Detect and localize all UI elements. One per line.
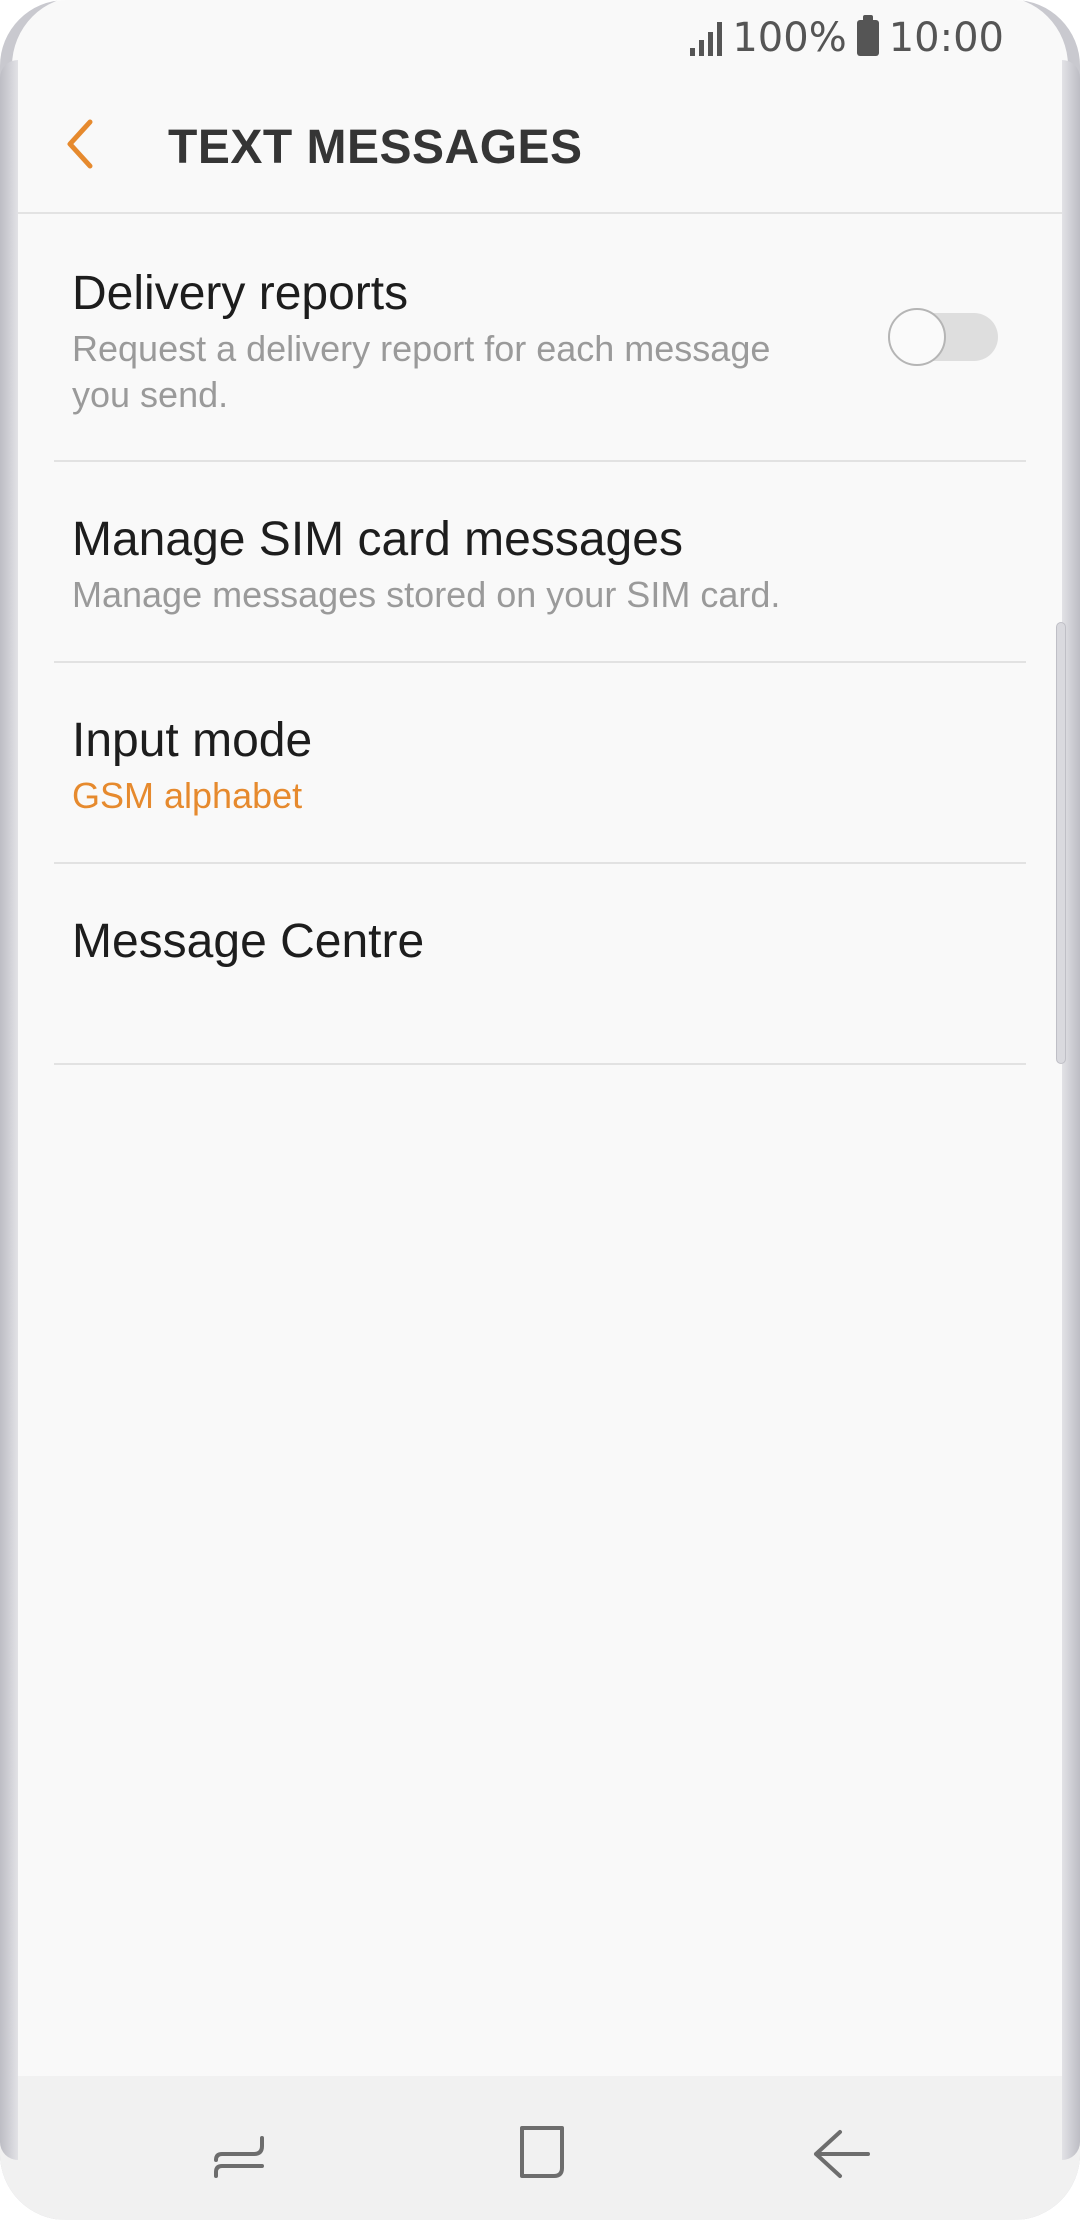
nav-back-button[interactable]	[806, 2118, 876, 2188]
home-button[interactable]	[506, 2118, 576, 2188]
device-frame: 100% 10:00 TEXT MESSAGES Delivery report…	[0, 0, 1080, 2220]
setting-subtitle-line-1: Request a delivery report for each messa…	[72, 328, 771, 369]
setting-title: Message Centre	[72, 915, 425, 968]
device-edge-left	[0, 60, 18, 2160]
edge-panel-handle[interactable]	[1056, 622, 1066, 1064]
home-icon	[520, 2126, 564, 2178]
battery-icon	[856, 15, 879, 56]
app-bar: TEXT MESSAGES	[0, 76, 1080, 214]
recent-apps-icon	[214, 2136, 264, 2178]
toggle-knob	[888, 308, 946, 366]
device-edge-right	[1062, 60, 1080, 2160]
setting-value: GSM alphabet	[72, 775, 303, 816]
setting-manage-sim-messages[interactable]: Manage SIM card messages Manage messages…	[54, 462, 1026, 663]
delivery-reports-toggle[interactable]	[888, 308, 1000, 366]
page-title: TEXT MESSAGES	[168, 121, 583, 174]
back-arrow-icon	[67, 119, 93, 169]
setting-subtitle: Manage messages stored on your SIM card.	[72, 574, 781, 615]
setting-title: Manage SIM card messages	[72, 513, 683, 566]
navigation-bar	[0, 2076, 1080, 2220]
setting-title: Delivery reports	[72, 267, 409, 320]
setting-input-mode[interactable]: Input mode GSM alphabet	[54, 663, 1026, 864]
setting-delivery-reports[interactable]: Delivery reports Request a delivery repo…	[54, 214, 1026, 462]
status-bar: 100% 10:00	[0, 0, 1080, 76]
clock: 10:00	[888, 15, 1004, 61]
setting-message-centre[interactable]: Message Centre	[54, 864, 1026, 1065]
battery-percent: 100%	[732, 15, 847, 61]
screen: 100% 10:00 TEXT MESSAGES Delivery report…	[0, 0, 1080, 2220]
recent-apps-button[interactable]	[204, 2118, 274, 2188]
setting-subtitle-line-2: you send.	[72, 374, 229, 415]
setting-title: Input mode	[72, 714, 313, 767]
back-icon	[814, 2130, 870, 2178]
signal-icon	[690, 20, 723, 56]
back-button[interactable]	[60, 116, 110, 172]
